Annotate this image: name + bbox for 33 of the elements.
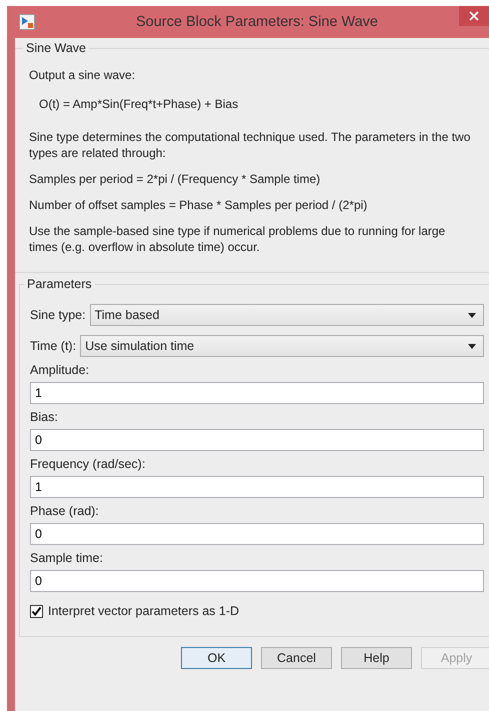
input-field[interactable]: 0	[30, 523, 484, 545]
dialog-button[interactable]: OK	[181, 647, 252, 669]
description-text: Samples per period = 2*pi / (Frequency * Sample time)	[29, 171, 322, 187]
dropdown-label: Time (t):	[30, 339, 76, 353]
input-field[interactable]: 1	[30, 382, 484, 404]
field-label: Frequency (rad/sec):	[30, 457, 146, 472]
input-field[interactable]: 0	[30, 429, 484, 451]
description-text: Number of offset samples = Phase * Samples per period / (2*pi)	[29, 197, 368, 213]
block-icon	[19, 14, 35, 30]
caret-icon	[468, 312, 476, 318]
field-label: Amplitude:	[30, 363, 90, 378]
dropdown-label: Sine type:	[30, 308, 86, 322]
formula-text: O(t) = Amp*Sin(Freq*t+Phase) + Bias	[39, 96, 240, 112]
description-text: Use the sample-based sine type if numerical problems due to running for large times (e.g. overflow in absolute time) occur.	[29, 223, 446, 255]
caret-icon	[468, 344, 476, 348]
close-icon	[469, 11, 479, 21]
input-field[interactable]: 0	[30, 570, 484, 592]
dropdown[interactable]: Time based	[90, 304, 484, 326]
field-label: Phase (rad):	[30, 504, 100, 519]
field-label: Sample time:	[30, 551, 104, 566]
checkbox[interactable]	[30, 604, 43, 618]
dropdown[interactable]: Use simulation time	[80, 335, 484, 357]
description-text: Sine type determines the computational technique used. The parameters in the two types are related through:	[29, 129, 472, 161]
checkbox-label: Interpret vector parameters as 1-D	[48, 604, 240, 618]
input-field[interactable]: 1	[30, 476, 484, 498]
group-title: Parameters	[26, 277, 93, 291]
close-button[interactable]	[459, 6, 489, 26]
description-text: Output a sine wave:	[29, 67, 136, 83]
group-title: Sine Wave	[25, 41, 87, 55]
dialog-button[interactable]: Cancel	[261, 647, 332, 669]
field-label: Bias:	[30, 410, 59, 425]
dialog-button[interactable]: Help	[341, 647, 412, 669]
window-title: Source Block Parameters: Sine Wave	[136, 14, 378, 30]
